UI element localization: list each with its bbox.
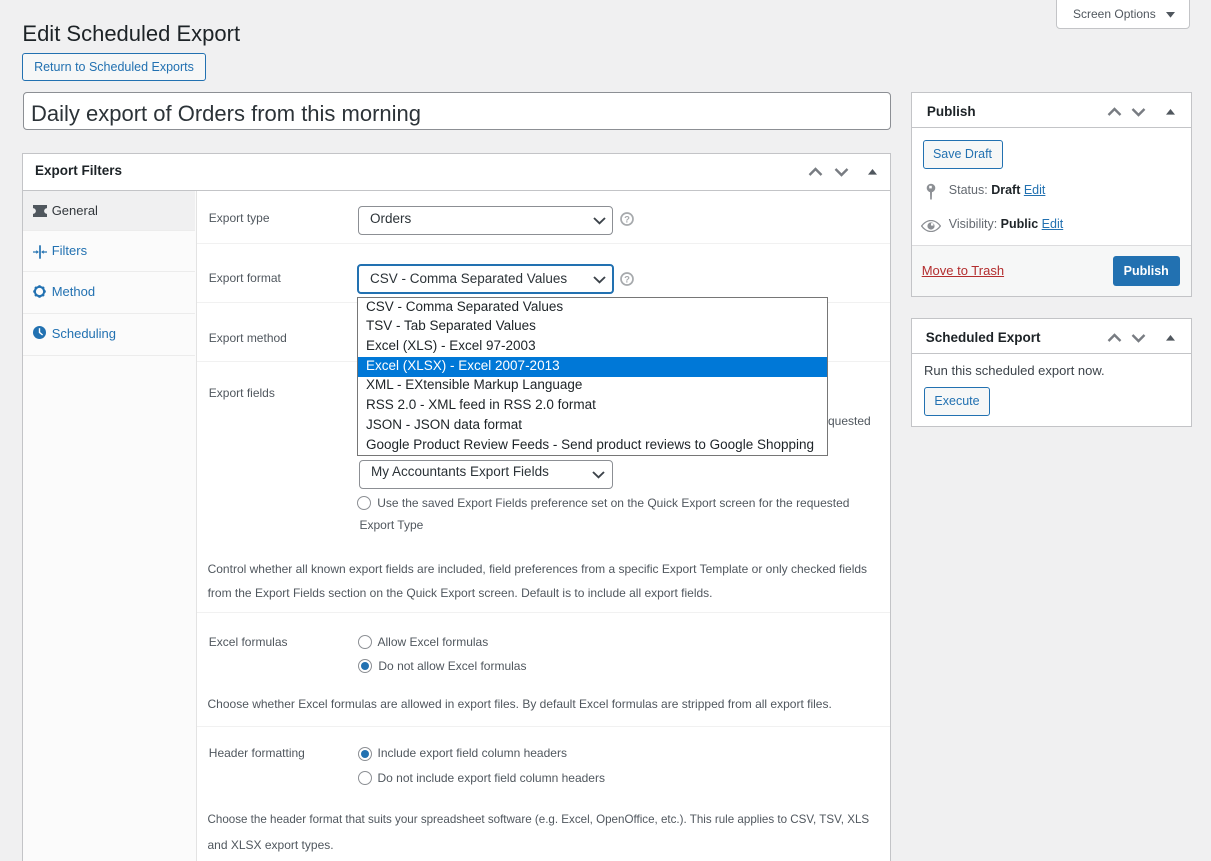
svg-text:?: ? [624, 275, 630, 286]
svg-text:?: ? [624, 215, 630, 226]
